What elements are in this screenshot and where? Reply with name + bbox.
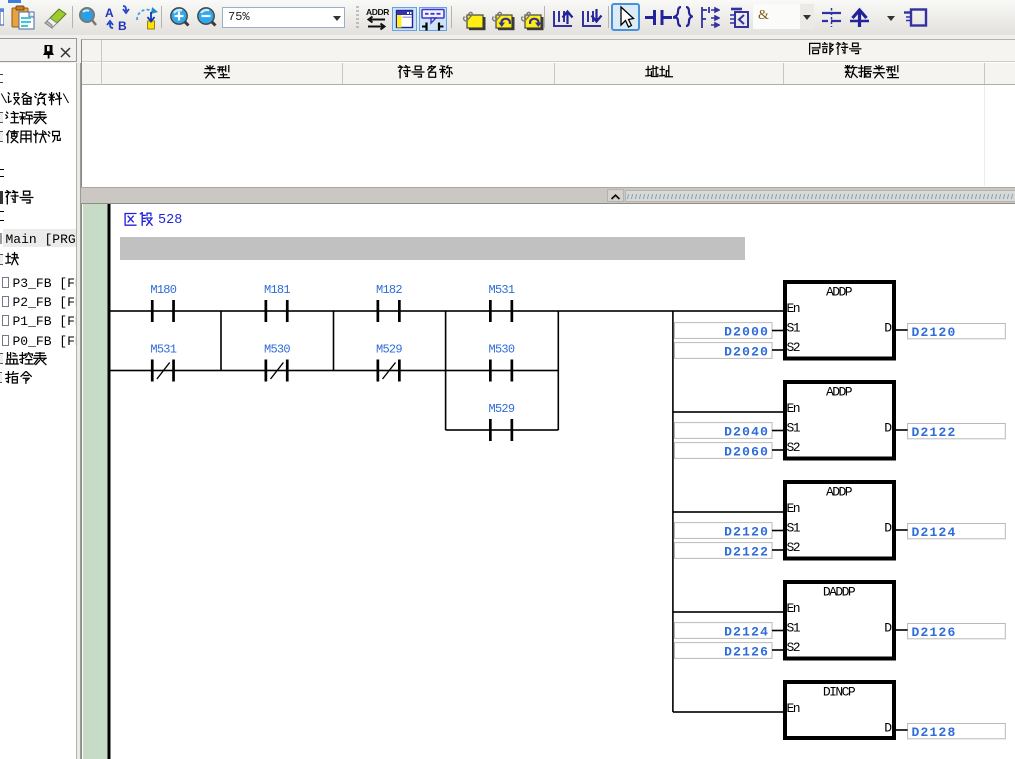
svg-text:D2126: D2126 — [912, 625, 957, 640]
svg-text:D2120: D2120 — [912, 325, 957, 340]
svg-text:S1: S1 — [787, 421, 801, 436]
svg-text:D2122: D2122 — [724, 544, 769, 559]
svg-text:S1: S1 — [787, 521, 801, 536]
svg-text:D2120: D2120 — [724, 524, 769, 539]
svg-text:S1: S1 — [787, 621, 801, 636]
svg-text:D2020: D2020 — [724, 344, 769, 359]
svg-text:M530: M530 — [489, 343, 515, 357]
svg-text:M529: M529 — [489, 402, 515, 416]
svg-text:DADDP: DADDP — [823, 585, 856, 600]
svg-text:D2128: D2128 — [912, 725, 957, 740]
svg-text:ADDP: ADDP — [826, 285, 853, 300]
svg-text:S2: S2 — [787, 440, 800, 455]
svg-text:En: En — [787, 701, 800, 716]
svg-text:M530: M530 — [264, 343, 290, 357]
svg-text:M182: M182 — [376, 283, 402, 297]
svg-text:D2124: D2124 — [912, 525, 957, 540]
svg-text:ADDP: ADDP — [826, 385, 853, 400]
svg-text:M180: M180 — [150, 283, 176, 297]
svg-text:S1: S1 — [787, 321, 801, 336]
svg-text:D2122: D2122 — [912, 425, 957, 440]
svg-text:ADDP: ADDP — [826, 485, 853, 500]
svg-text:D2000: D2000 — [724, 324, 769, 339]
svg-text:En: En — [787, 501, 800, 516]
svg-text:D2060: D2060 — [724, 444, 769, 459]
svg-text:En: En — [787, 401, 800, 416]
svg-text:M531: M531 — [489, 283, 515, 297]
svg-text:S2: S2 — [787, 340, 800, 355]
svg-text:M181: M181 — [264, 283, 290, 297]
svg-text:A: A — [105, 6, 114, 20]
svg-text:S2: S2 — [787, 540, 800, 555]
svg-text:D2124: D2124 — [724, 624, 769, 639]
svg-text:M531: M531 — [150, 343, 176, 357]
svg-text:B: B — [118, 19, 127, 31]
svg-text:M529: M529 — [376, 343, 402, 357]
svg-text:En: En — [787, 601, 800, 616]
svg-text:S2: S2 — [787, 640, 800, 655]
svg-text:En: En — [787, 301, 800, 316]
svg-text:D2040: D2040 — [724, 424, 769, 439]
svg-text:D2126: D2126 — [724, 644, 769, 659]
svg-text:ADDR: ADDR — [366, 7, 389, 17]
svg-text:DINCP: DINCP — [823, 685, 856, 700]
